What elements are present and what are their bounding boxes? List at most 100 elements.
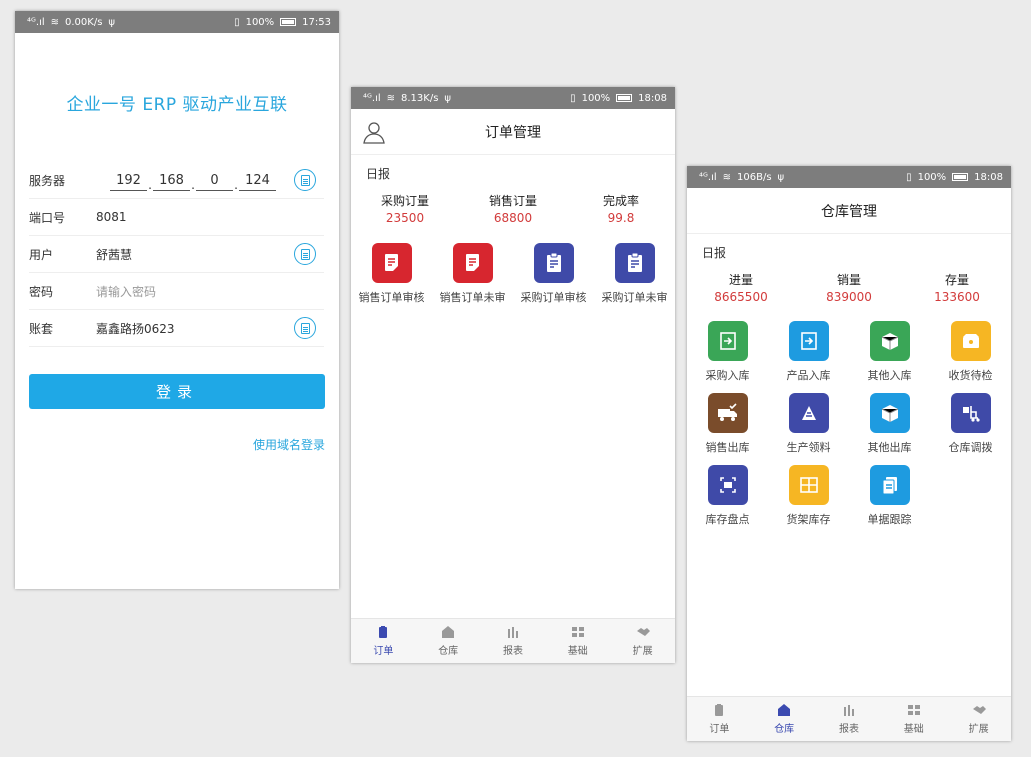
tab-item[interactable]: 基础: [881, 697, 946, 741]
wifi-icon: ≋: [722, 171, 732, 183]
tab-item[interactable]: 报表: [817, 697, 882, 741]
usb-icon: ψ: [444, 92, 452, 104]
server-row: 服务器 192. 168. 0. 124: [29, 162, 324, 199]
tab-item[interactable]: 订单: [687, 697, 752, 741]
stat-label: 存量: [944, 273, 969, 287]
tab-label: 报表: [502, 646, 523, 657]
menu-item[interactable]: 采购订单审核: [513, 243, 594, 305]
tab-label: 仓库: [774, 724, 795, 735]
ip-field-3[interactable]: 0: [196, 173, 233, 191]
menu-item[interactable]: 其他出库: [849, 393, 930, 455]
ip-field-1[interactable]: 192: [110, 173, 147, 191]
menu-item[interactable]: 收货待检: [930, 321, 1011, 383]
password-label: 密码: [29, 284, 54, 299]
orders-stats: 采购订量 23500 销售订量 68800 完成率 99.8: [351, 192, 675, 225]
shelf-icon: [788, 465, 829, 505]
stat-value: 839000: [826, 290, 872, 304]
battery-percent: 100%: [581, 92, 611, 104]
stat-item: 存量 133600: [903, 271, 1011, 304]
menu-item[interactable]: 采购入库: [687, 321, 768, 383]
signal-icon: ⁴ᴳ.ıl: [363, 92, 381, 104]
ip-field-2[interactable]: 168: [153, 173, 190, 191]
port-input[interactable]: 8081: [96, 210, 127, 224]
clock: 18:08: [974, 171, 1003, 183]
menu-item-label: 销售出库: [705, 441, 750, 454]
forklift-icon: [950, 393, 991, 433]
stat-item: 销售订量 68800: [459, 192, 567, 225]
menu-item-label: 采购订单未审: [601, 291, 668, 304]
tab-label: 报表: [838, 724, 859, 735]
domain-login-link[interactable]: 使用域名登录: [15, 436, 325, 453]
tab-item[interactable]: 扩展: [946, 697, 1011, 741]
tab-item[interactable]: 扩展: [610, 619, 675, 663]
account-input[interactable]: 嘉鑫路扬0623: [96, 320, 175, 337]
tab-label: 仓库: [438, 646, 459, 657]
menu-item[interactable]: 销售出库: [687, 393, 768, 455]
tab-item[interactable]: 基础: [545, 619, 610, 663]
usb-icon: ψ: [777, 171, 785, 183]
vibrate-icon: ▯: [906, 171, 912, 183]
user-input[interactable]: 舒茜慧: [96, 246, 132, 263]
battery-percent: 100%: [917, 171, 947, 183]
login-button[interactable]: 登录: [29, 374, 325, 409]
menu-item-label: 产品入库: [786, 369, 831, 382]
menu-item[interactable]: 单据跟踪: [849, 465, 930, 527]
clock: 18:08: [638, 92, 667, 104]
menu-item[interactable]: 采购订单未审: [594, 243, 675, 305]
orders-menu: 销售订单审核 销售订单未审 采购订单审核 采购订单未审: [351, 243, 675, 315]
stat-label: 采购订量: [380, 194, 429, 208]
login-form: 服务器 192. 168. 0. 124 端口号 8081 用户 舒茜慧 密码 …: [15, 162, 339, 347]
inbound-icon: [707, 321, 748, 361]
battery-percent: 100%: [245, 16, 275, 28]
stat-item: 采购订量 23500: [351, 192, 459, 225]
menu-item[interactable]: 货架库存: [768, 465, 849, 527]
vibrate-icon: ▯: [570, 92, 576, 104]
network-speed: 8.13K/s: [401, 92, 439, 104]
menu-item[interactable]: 其他入库: [849, 321, 930, 383]
doc-pending-icon: [452, 243, 493, 283]
menu-item[interactable]: 生产领料: [768, 393, 849, 455]
stat-label: 进量: [728, 273, 753, 287]
menu-item[interactable]: 销售订单未审: [432, 243, 513, 305]
truck-icon: [707, 393, 748, 433]
menu-item-label: 生产领料: [786, 441, 831, 454]
basic-tab-icon: [907, 705, 920, 715]
user-label: 用户: [29, 247, 54, 262]
tab-item[interactable]: 仓库: [752, 697, 817, 741]
menu-item-label: 采购入库: [705, 369, 750, 382]
menu-item-label: 采购订单审核: [520, 291, 587, 304]
password-input[interactable]: 请输入密码: [96, 283, 156, 300]
tab-item[interactable]: 报表: [481, 619, 546, 663]
stat-label: 销量: [836, 273, 861, 287]
bottom-tab-bar: 订单 仓库 报表 基础 扩展: [687, 696, 1011, 741]
tab-item[interactable]: 仓库: [416, 619, 481, 663]
user-pick-icon[interactable]: [294, 243, 316, 265]
ip-field-4[interactable]: 124: [239, 173, 276, 191]
tab-item[interactable]: 订单: [351, 619, 416, 663]
warehouse-header: 仓库管理: [687, 188, 1011, 234]
battery-icon: [616, 94, 633, 102]
status-bar: ⁴ᴳ.ıl ≋ 106B/s ψ ▯ 100% 18:08: [687, 166, 1011, 188]
menu-item[interactable]: 销售订单审核: [351, 243, 432, 305]
menu-item[interactable]: 库存盘点: [687, 465, 768, 527]
user-icon[interactable]: [362, 120, 386, 144]
account-pick-icon[interactable]: [294, 317, 316, 339]
report-tab-icon: [507, 627, 518, 638]
server-pick-icon[interactable]: [294, 169, 316, 191]
stat-item: 完成率 99.8: [567, 192, 675, 225]
menu-item[interactable]: 产品入库: [768, 321, 849, 383]
receive-icon: [950, 321, 991, 361]
signal-icon: ⁴ᴳ.ıl: [27, 16, 45, 28]
battery-icon: [280, 18, 297, 26]
menu-item[interactable]: 仓库调拨: [930, 393, 1011, 455]
stat-value: 23500: [385, 211, 425, 225]
vibrate-icon: ▯: [234, 16, 240, 28]
clock: 17:53: [302, 16, 331, 28]
menu-item-label: 单据跟踪: [867, 513, 912, 526]
stat-value: 68800: [493, 211, 533, 225]
page-title: 订单管理: [485, 124, 541, 141]
signal-icon: ⁴ᴳ.ıl: [699, 171, 717, 183]
daily-report-label: 日报: [702, 246, 727, 260]
account-row: 账套 嘉鑫路扬0623: [29, 310, 324, 347]
stat-label: 销售订量: [488, 194, 537, 208]
